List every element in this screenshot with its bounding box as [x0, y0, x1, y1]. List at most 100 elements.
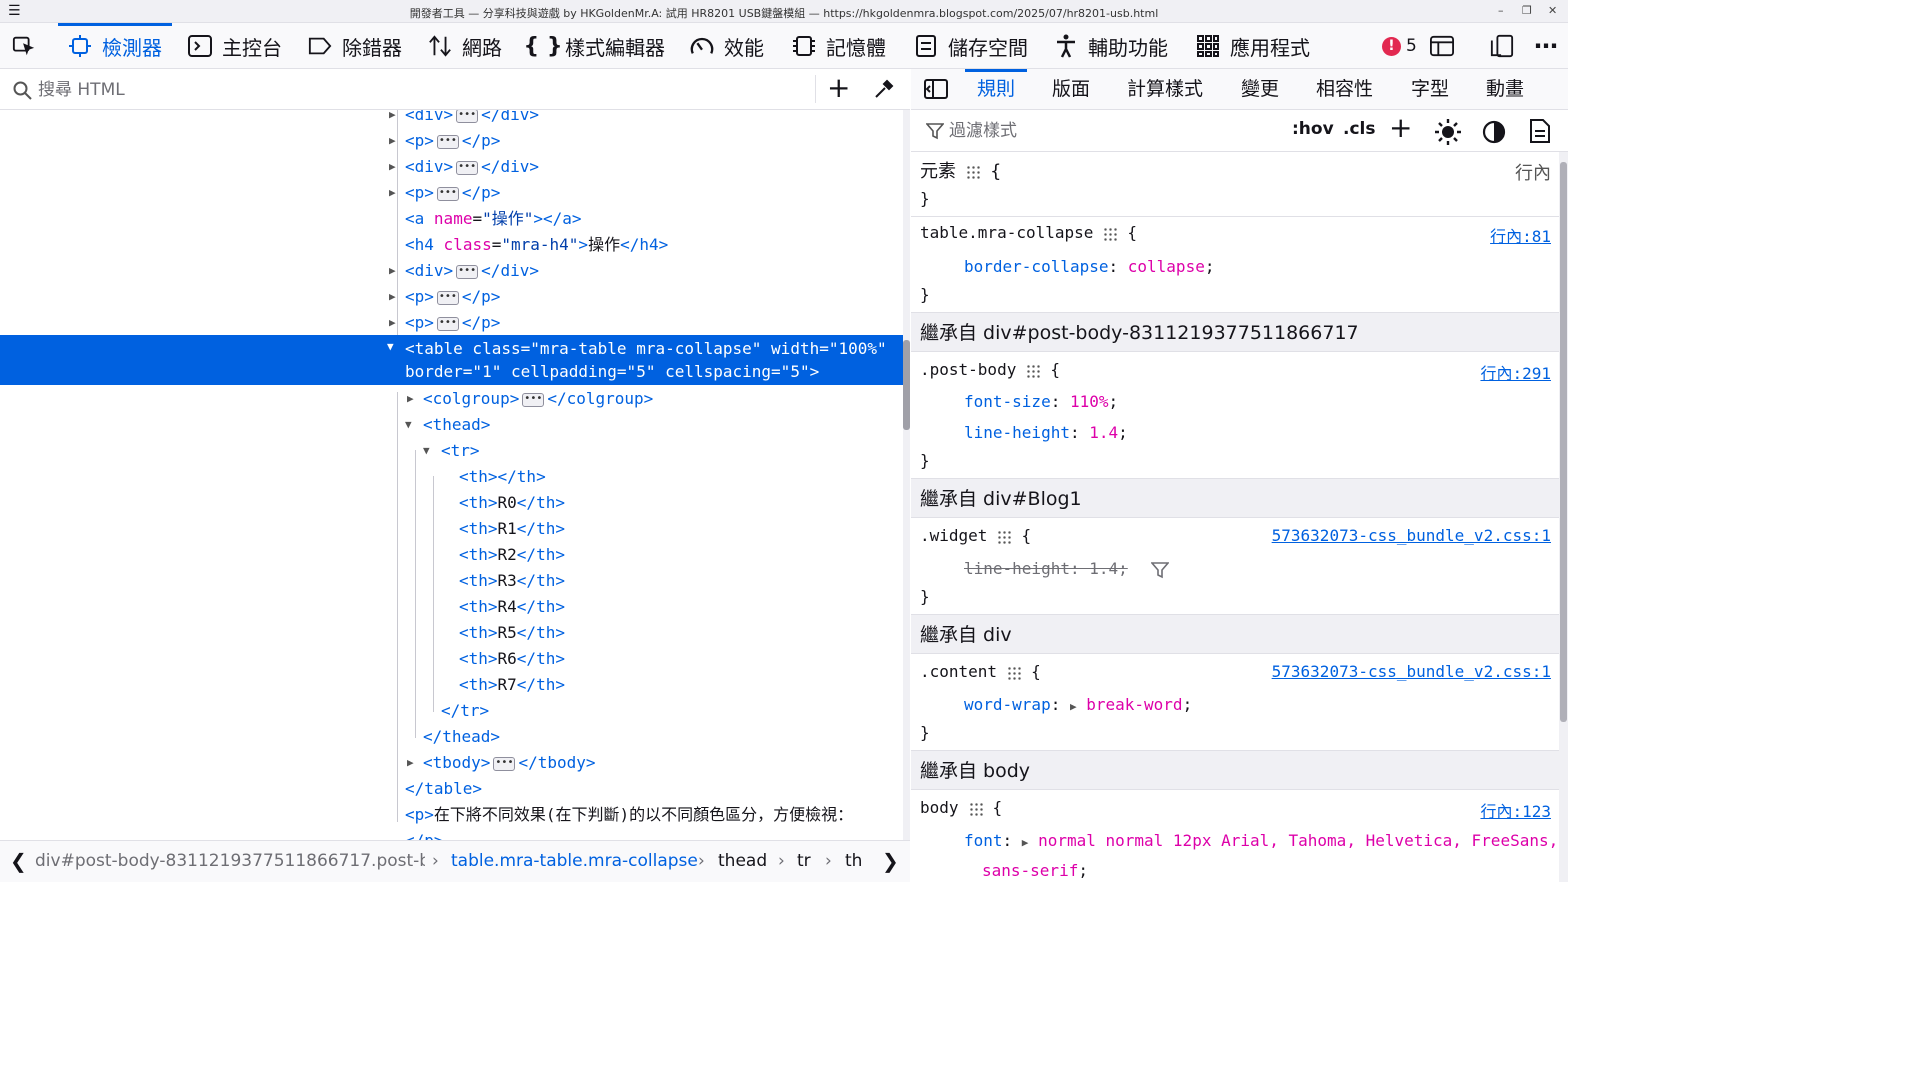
breadcrumb-item[interactable]: div#post-body-8311219377511866717.post-b…	[35, 841, 425, 882]
expand-arrow-icon[interactable]: ▶	[389, 265, 401, 277]
rule-source-link[interactable]: 行內:123	[1480, 798, 1551, 822]
grid-highlight-icon[interactable]	[997, 529, 1012, 544]
breadcrumb-item-selected[interactable]: table.mra-table.mra-collapse	[451, 841, 698, 882]
add-node-icon[interactable]: +	[827, 73, 850, 103]
expand-arrow-icon[interactable]: ▶	[389, 135, 401, 147]
rule-source-link[interactable]: 行內:81	[1490, 223, 1551, 247]
expand-arrow-icon[interactable]: ▶	[389, 187, 401, 199]
cls-toggle[interactable]: .cls	[1343, 119, 1375, 139]
tab-compatibility[interactable]: 相容性	[1316, 69, 1373, 110]
grid-highlight-icon[interactable]	[1103, 226, 1118, 241]
rule-declaration[interactable]: word-wrap: ▶ break-word;	[964, 695, 1559, 714]
breadcrumb-item[interactable]: th	[845, 841, 862, 882]
markup-node[interactable]: ▶ <colgroup> ••• </colgroup>	[0, 386, 903, 412]
markup-node[interactable]: <p>在下將不同效果(在下判斷)的以不同顏色區分，方便檢視：	[0, 802, 903, 828]
grid-highlight-icon[interactable]	[1007, 665, 1022, 680]
markup-node[interactable]: </p>	[0, 828, 903, 840]
tab-inspector[interactable]: 檢測器	[58, 23, 172, 69]
collapse-arrow-icon[interactable]: ▼	[387, 341, 399, 353]
dock-toggle-button[interactable]	[1490, 23, 1524, 69]
rules-scrollbar[interactable]	[1559, 152, 1568, 882]
tab-memory[interactable]: 記憶體	[792, 23, 886, 69]
markup-node[interactable]: <th>R1</th>	[0, 516, 903, 542]
selected-markup-node[interactable]: ▼ <table class="mra-table mra-collapse" …	[0, 335, 903, 385]
markup-node[interactable]: <th></th>	[0, 464, 903, 490]
tab-animations[interactable]: 動畫	[1486, 69, 1524, 110]
breadcrumb-item[interactable]: tr	[797, 841, 811, 882]
split-console-button[interactable]	[1430, 23, 1464, 69]
collapsed-content-icon[interactable]: •••	[522, 392, 545, 407]
breadcrumb-scroll-left-icon[interactable]: ❮	[10, 841, 27, 882]
markup-node[interactable]: <th>R2</th>	[0, 542, 903, 568]
markup-node[interactable]: ▶ <div> ••• </div>	[0, 154, 903, 180]
expand-arrow-icon[interactable]: ▶	[407, 393, 419, 405]
rule-source-link[interactable]: 行內:291	[1480, 360, 1551, 384]
print-media-icon[interactable]	[1529, 119, 1551, 143]
collapse-arrow-icon[interactable]: ▼	[423, 445, 435, 457]
pick-element-button[interactable]	[12, 23, 46, 69]
markup-node[interactable]: <th>R3</th>	[0, 568, 903, 594]
markup-node[interactable]: ▶ <p> ••• </p>	[0, 180, 903, 206]
expand-arrow-icon[interactable]: ▶	[389, 161, 401, 173]
restore-icon[interactable]: ❐	[1522, 4, 1532, 17]
collapsed-content-icon[interactable]: •••	[456, 160, 479, 175]
rule-declaration[interactable]: font-size: 110%;	[964, 392, 1559, 411]
add-rule-icon[interactable]: +	[1389, 113, 1412, 143]
tab-storage[interactable]: 儲存空間	[914, 23, 1028, 69]
rule-selector[interactable]: .post-body{	[920, 360, 1559, 379]
tab-layout[interactable]: 版面	[1052, 69, 1090, 110]
markup-node[interactable]: <h4 class="mra-h4">操作</h4>	[0, 232, 903, 258]
expand-arrow-icon[interactable]: ▶	[407, 757, 419, 769]
markup-node[interactable]: <th>R6</th>	[0, 646, 903, 672]
markup-node[interactable]: <th>R4</th>	[0, 594, 903, 620]
more-options-icon[interactable]: ⋯	[1534, 23, 1558, 69]
collapsed-content-icon[interactable]: •••	[436, 186, 459, 201]
dark-scheme-icon[interactable]	[1482, 120, 1506, 144]
rule-element[interactable]: 元素{	[920, 157, 1559, 183]
collapse-arrow-icon[interactable]: ▼	[405, 419, 417, 431]
markup-node[interactable]: </table>	[0, 776, 903, 802]
eyedropper-icon[interactable]	[873, 78, 895, 100]
toggle-sidebar-icon[interactable]	[924, 79, 948, 99]
rule-selector[interactable]: body{	[920, 798, 1559, 817]
rule-selector[interactable]: table.mra-collapse{	[920, 223, 1559, 242]
markup-node[interactable]: <th>R0</th>	[0, 490, 903, 516]
filter-styles-input[interactable]	[949, 119, 1269, 143]
scrollbar-thumb[interactable]	[1560, 162, 1567, 722]
tab-style-editor[interactable]: { } 樣式編輯器	[524, 23, 665, 69]
expand-arrow-icon[interactable]: ▶	[1022, 836, 1029, 849]
error-count-badge[interactable]: ! 5	[1382, 23, 1417, 69]
rule-source-link[interactable]: 573632073-css_bundle_v2.css:1	[1272, 526, 1551, 545]
markup-node[interactable]: </thead>	[0, 724, 903, 750]
html-search-input[interactable]	[38, 77, 798, 103]
tab-debugger[interactable]: 除錯器	[308, 23, 402, 69]
close-icon[interactable]: ✕	[1548, 4, 1557, 17]
markup-node[interactable]: <a name="操作"></a>	[0, 206, 903, 232]
markup-node[interactable]: ▼ <tr>	[0, 438, 903, 464]
grid-highlight-icon[interactable]	[1026, 363, 1041, 378]
collapsed-content-icon[interactable]: •••	[436, 134, 459, 149]
collapsed-content-icon[interactable]: •••	[493, 756, 516, 771]
breadcrumb-item[interactable]: thead	[718, 841, 767, 882]
markup-node[interactable]: ▶ <div> ••• </div>	[0, 110, 903, 128]
markup-node[interactable]: ▶ <p> ••• </p>	[0, 310, 903, 336]
collapsed-content-icon[interactable]: •••	[436, 290, 459, 305]
markup-node[interactable]: <th>R5</th>	[0, 620, 903, 646]
light-scheme-icon[interactable]	[1435, 119, 1461, 145]
expand-arrow-icon[interactable]: ▶	[389, 291, 401, 303]
breadcrumb-scroll-right-icon[interactable]: ❯	[882, 841, 899, 882]
rule-declaration[interactable]: font: ▶ normal normal 12px Arial, Tahoma…	[964, 831, 1559, 850]
collapsed-content-icon[interactable]: •••	[456, 110, 479, 123]
tab-accessibility[interactable]: 輔助功能	[1054, 23, 1168, 69]
rule-declaration-overridden[interactable]: line-height: 1.4;	[964, 559, 1559, 579]
expand-arrow-icon[interactable]: ▶	[1070, 700, 1077, 713]
markup-node[interactable]: ▶ <p> ••• </p>	[0, 128, 903, 154]
expand-arrow-icon[interactable]: ▶	[389, 110, 401, 121]
collapsed-content-icon[interactable]: •••	[456, 264, 479, 279]
markup-node[interactable]: </tr>	[0, 698, 903, 724]
tab-performance[interactable]: 效能	[690, 23, 764, 69]
tab-network[interactable]: 網路	[428, 23, 502, 69]
markup-node[interactable]: ▼ <thead>	[0, 412, 903, 438]
tab-fonts[interactable]: 字型	[1411, 69, 1449, 110]
expand-arrow-icon[interactable]: ▶	[389, 317, 401, 329]
